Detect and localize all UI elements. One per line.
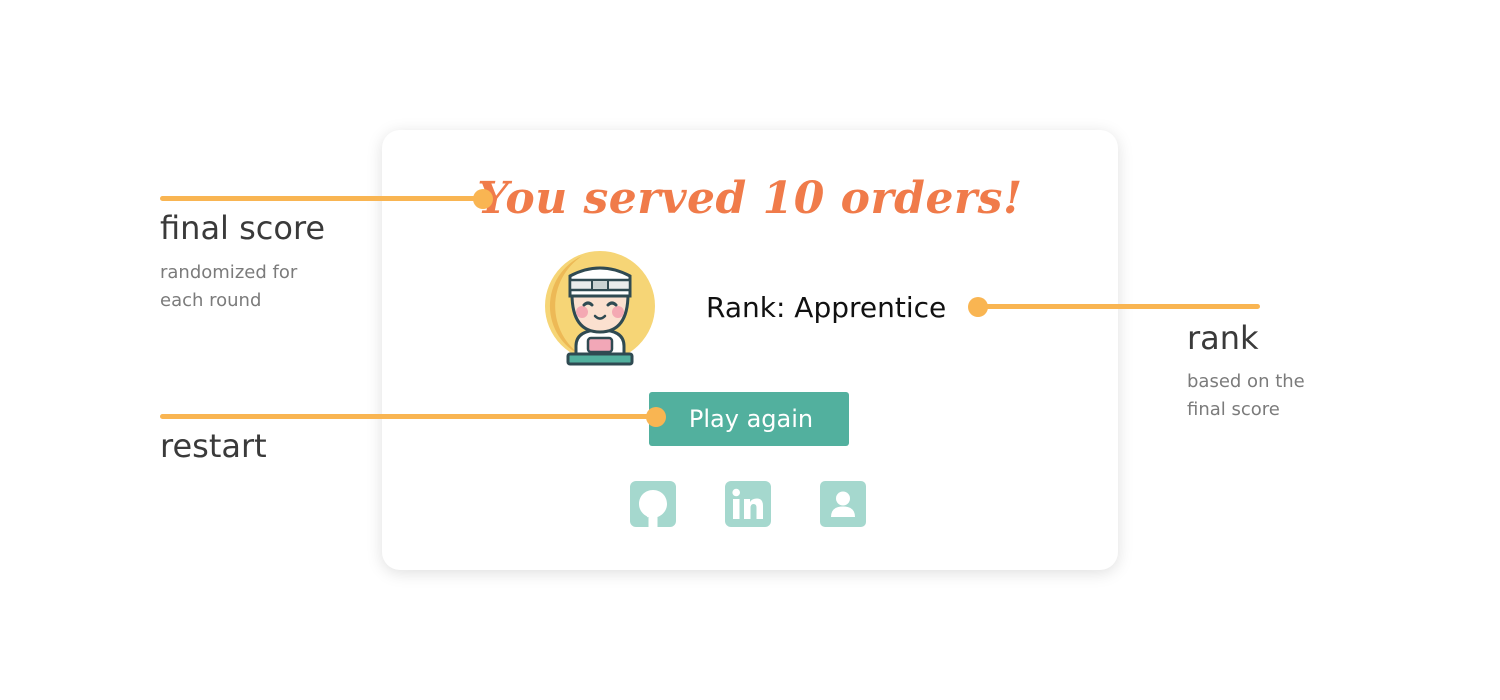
restart-annotation-dot [646, 407, 666, 427]
rank-label: Rank: Apprentice [706, 291, 947, 324]
linkedin-icon [725, 481, 771, 527]
restart-annotation-line [160, 414, 656, 419]
final-score-annotation-title: final score [160, 209, 326, 247]
github-link[interactable] [630, 481, 676, 527]
linkedin-link[interactable] [725, 481, 771, 527]
chef-avatar [545, 251, 655, 366]
profile-link[interactable] [820, 481, 866, 527]
github-icon [630, 481, 676, 527]
rank-annotation-line [976, 304, 1260, 309]
rank-annotation-desc: based on the final score [1187, 371, 1305, 420]
final-score-annotation-dot [473, 189, 493, 209]
play-again-button[interactable]: Play again [649, 392, 849, 446]
person-icon [820, 481, 866, 527]
rank-annotation-dot [968, 297, 988, 317]
restart-annotation-title: restart [160, 427, 267, 465]
rank-annotation-title: rank [1187, 319, 1259, 357]
final-score-annotation-line [160, 196, 482, 201]
final-score-annotation-desc: randomized for each round [160, 262, 298, 311]
